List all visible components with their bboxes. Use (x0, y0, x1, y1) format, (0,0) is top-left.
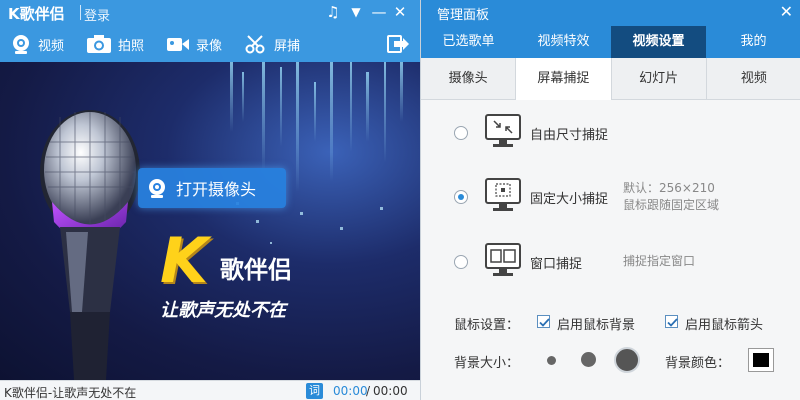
main-tabs: 已选歌单 视频特效 视频设置 我的 (421, 26, 800, 58)
record-label: 录像 (196, 38, 223, 54)
tab-selected-songs[interactable]: 已选歌单 (421, 26, 516, 58)
subtab-slideshow[interactable]: 幻灯片 (611, 58, 707, 99)
bg-size-label: 背景大小： (454, 356, 520, 371)
mouse-bg-checkbox[interactable] (537, 315, 550, 328)
bg-size-small[interactable] (547, 356, 556, 365)
photo-label: 拍照 (118, 38, 145, 54)
panel-title: 管理面板 (437, 8, 490, 23)
bg-color-swatch (753, 353, 769, 367)
window-capture-label: 窗口捕捉 (530, 257, 583, 272)
tab-video-settings[interactable]: 视频设置 (611, 26, 706, 58)
scissors-icon (245, 35, 265, 54)
fixed-size-capture-icon (485, 178, 521, 211)
panel-close-icon[interactable]: ✕ (780, 2, 793, 21)
screen-capture-label: 屏捕 (274, 38, 301, 54)
tab-video-effects[interactable]: 视频特效 (516, 26, 611, 58)
panel-titlebar: 管理面板 ✕ (421, 0, 800, 26)
free-size-label: 自由尺寸捕捉 (530, 128, 609, 143)
sub-tabs: 摄像头 屏幕捕捉 幻灯片 视频 (421, 58, 800, 100)
webcam-icon (149, 179, 165, 198)
screen-capture-settings: 自由尺寸捕捉 固定大小捕捉 默认：256×210 鼠标跟随固定区域 窗口捕捉 捕 (421, 100, 800, 400)
bg-color-label: 背景颜色： (665, 356, 731, 371)
photo-button[interactable]: 拍照 (86, 32, 144, 56)
music-note-icon[interactable]: ♫ (324, 3, 342, 21)
app-title: K歌伴侣 (8, 5, 65, 23)
window-capture-desc: 捕捉指定窗口 (623, 254, 696, 268)
app-root: K歌伴侣 登录 ♫ ▼ — ✕ 视频 拍照 录像 屏捕 打开摄像头 K 歌伴侣 … (0, 0, 800, 400)
slogan-text: 让歌声无处不在 (160, 300, 286, 321)
checkmark-icon (667, 318, 678, 327)
current-time: 00:00 (333, 384, 368, 398)
mouse-bg-label: 启用鼠标背景 (557, 318, 636, 333)
record-button[interactable]: 录像 (166, 32, 222, 56)
mouse-settings-label: 鼠标设置： (454, 318, 520, 333)
exit-button[interactable] (386, 32, 416, 56)
close-icon[interactable]: ✕ (391, 3, 409, 21)
time-separator: / (366, 384, 371, 398)
logo-text: 歌伴侣 (220, 256, 292, 284)
checkmark-icon (539, 318, 550, 327)
subtab-screen-capture[interactable]: 屏幕捕捉 (516, 58, 612, 100)
status-bar: K歌伴侣-让歌声无处不在 词 00:00 / 00:00 (0, 380, 420, 400)
video-camera-icon (167, 38, 189, 51)
microphone-image (40, 110, 140, 380)
bg-size-large[interactable] (614, 347, 640, 373)
management-panel: 管理面板 ✕ 已选歌单 视频特效 视频设置 我的 摄像头 屏幕捕捉 幻灯片 视频… (420, 0, 800, 400)
mouse-arrow-checkbox[interactable] (665, 315, 678, 328)
free-size-capture-icon (485, 114, 521, 147)
exit-icon (387, 35, 409, 53)
logo-letter: K (160, 224, 209, 297)
karaoke-background (40, 62, 403, 380)
window-capture-icon (485, 243, 521, 276)
open-camera-label: 打开摄像头 (176, 180, 257, 199)
webcam-icon (13, 35, 29, 54)
kge-window: K歌伴侣 登录 ♫ ▼ — ✕ 视频 拍照 录像 屏捕 打开摄像头 K 歌伴侣 … (0, 0, 420, 400)
free-size-radio[interactable] (454, 126, 468, 140)
video-button[interactable]: 视频 (10, 32, 64, 56)
menu-dropdown-icon[interactable]: ▼ (347, 3, 365, 21)
login-link[interactable]: 登录 (84, 5, 110, 24)
fixed-size-desc: 鼠标跟随固定区域 (623, 198, 720, 212)
subtab-camera[interactable]: 摄像头 (421, 58, 517, 99)
lyrics-button[interactable]: 词 (306, 383, 323, 399)
minimize-icon[interactable]: — (370, 3, 388, 21)
tab-mine[interactable]: 我的 (706, 26, 800, 58)
window-titlebar: K歌伴侣 登录 ♫ ▼ — ✕ (0, 0, 420, 26)
camera-icon (87, 35, 111, 53)
screen-capture-button[interactable]: 屏捕 (244, 32, 300, 56)
open-camera-button[interactable]: 打开摄像头 (138, 168, 286, 208)
video-preview[interactable]: 打开摄像头 K 歌伴侣 让歌声无处不在 (0, 62, 420, 380)
bg-color-picker[interactable] (748, 348, 774, 372)
mouse-arrow-label: 启用鼠标箭头 (685, 318, 764, 333)
video-label: 视频 (38, 38, 65, 54)
main-toolbar: 视频 拍照 录像 屏捕 (0, 26, 420, 62)
title-separator (80, 5, 81, 20)
subtab-video[interactable]: 视频 (706, 58, 800, 99)
fixed-size-default: 默认：256×210 (623, 181, 715, 195)
fixed-size-radio[interactable] (454, 190, 468, 204)
window-capture-radio[interactable] (454, 255, 468, 269)
song-title: K歌伴侣-让歌声无处不在 (4, 386, 137, 400)
total-time: 00:00 (373, 384, 408, 398)
fixed-size-label: 固定大小捕捉 (530, 192, 609, 207)
bg-size-medium[interactable] (581, 352, 596, 367)
